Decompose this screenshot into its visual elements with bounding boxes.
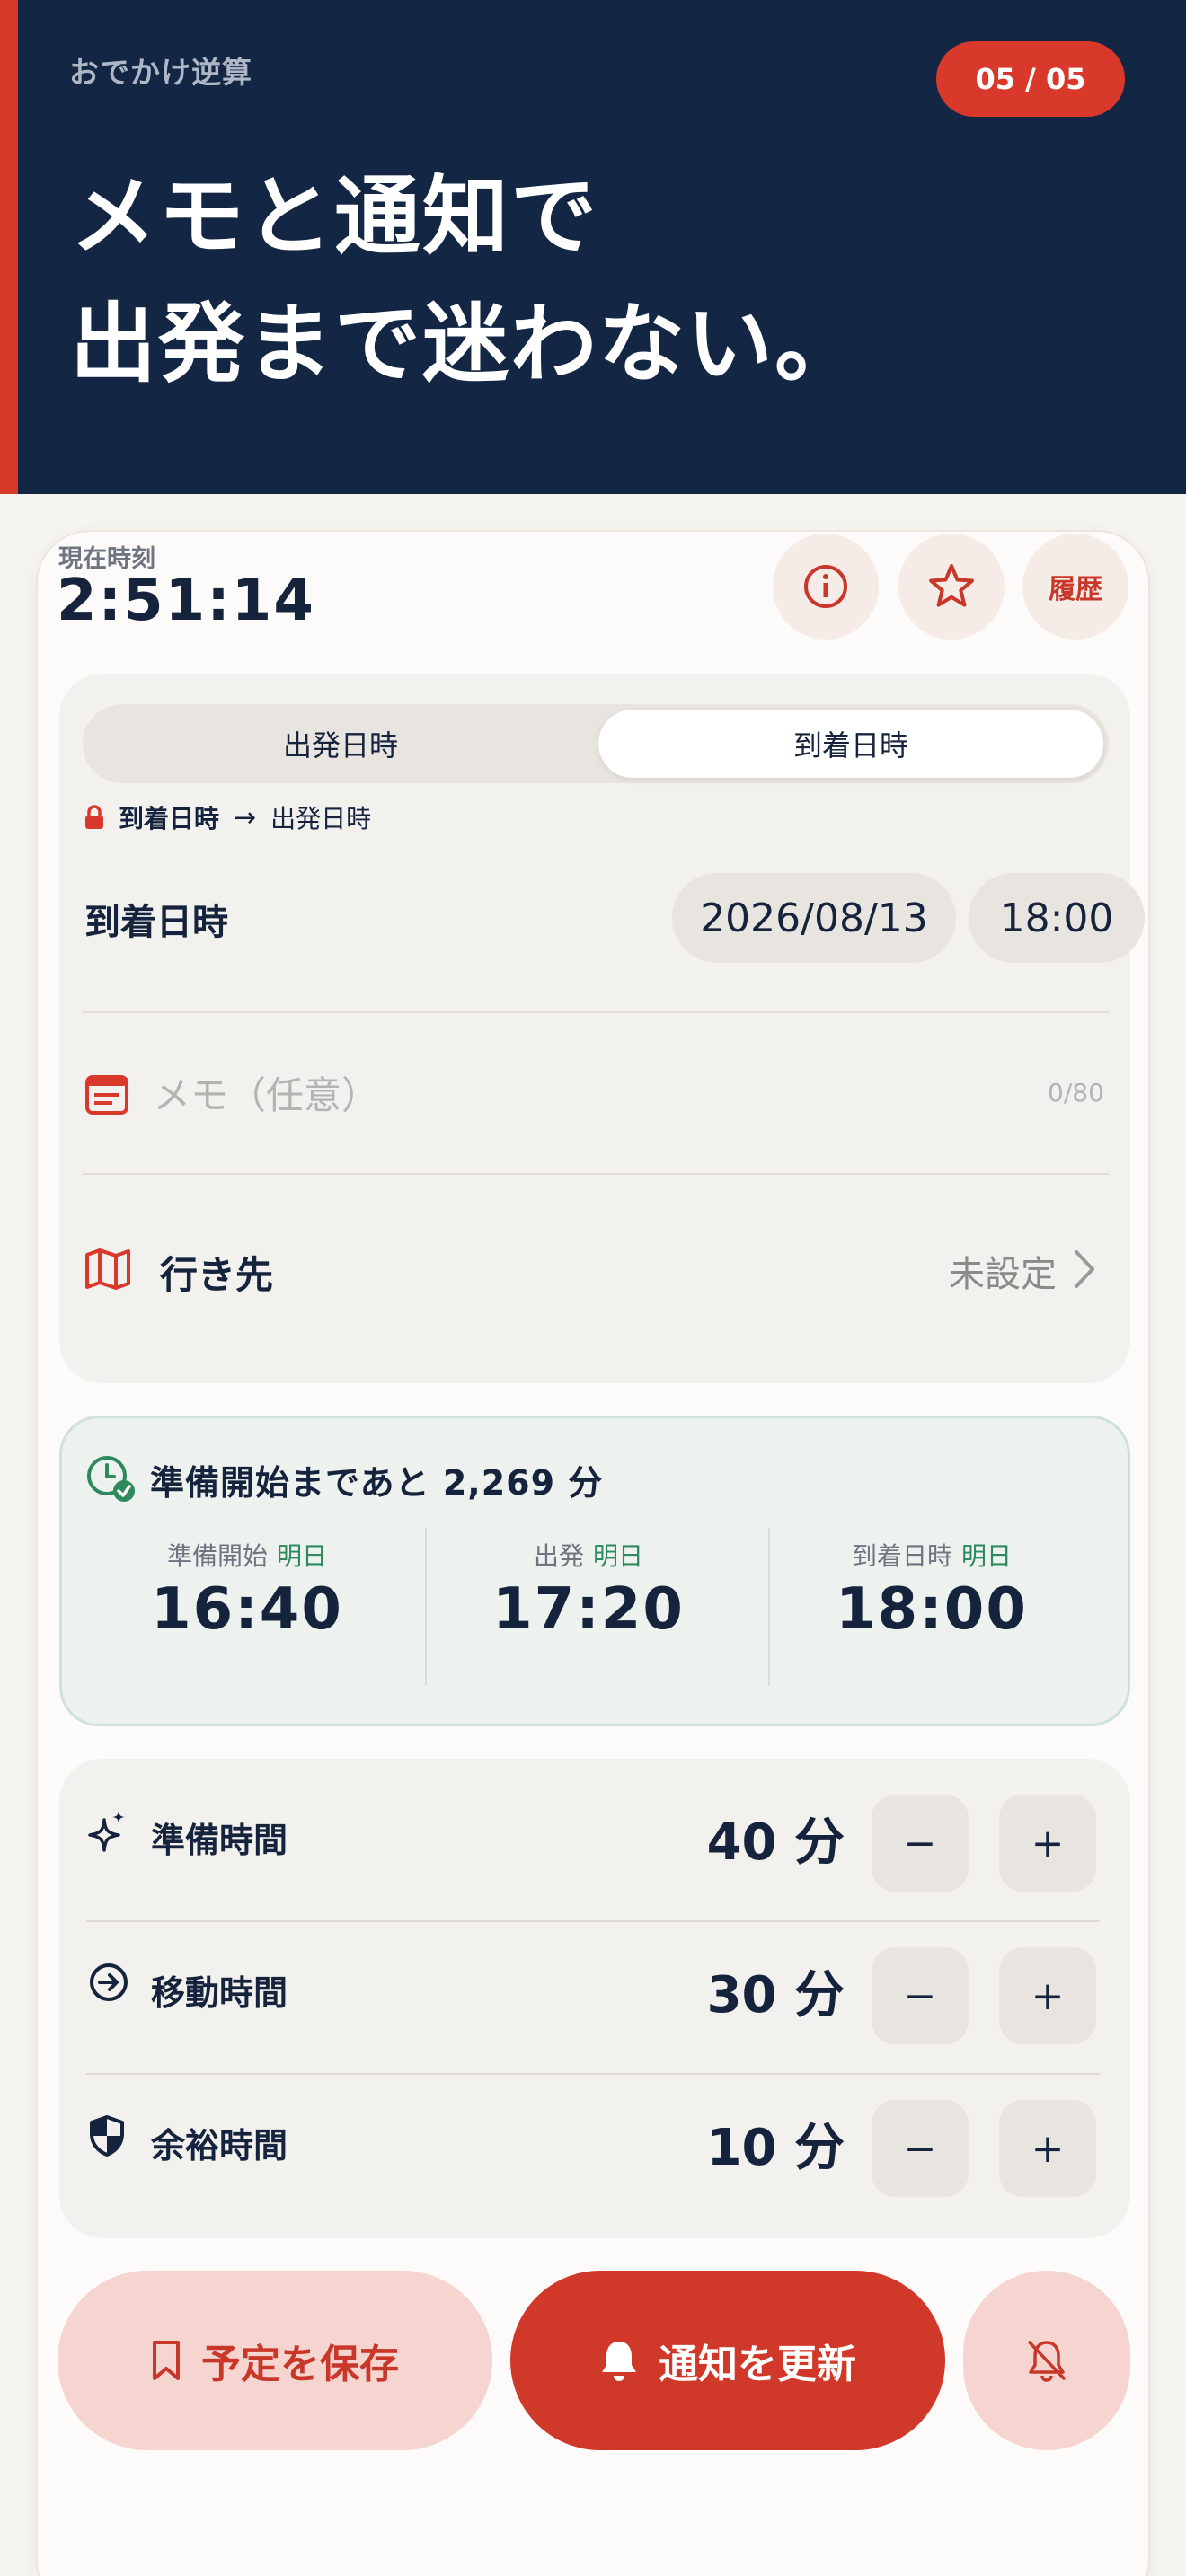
time-until-start: 準備開始まであと 2,269 分	[150, 1462, 604, 1503]
accent-bar	[0, 0, 18, 494]
arrow-right-icon: →	[234, 801, 257, 834]
settings-panel: 出発日時 到着日時 到着日時 → 出発日時 到着日時 2026/08/13 18…	[59, 674, 1145, 1383]
memo-icon	[85, 1075, 128, 1115]
summary-label: 到着日時	[851, 1541, 952, 1571]
memo-input[interactable]: メモ（任意）	[153, 1065, 379, 1120]
star-icon	[929, 564, 974, 607]
shield-icon	[90, 2115, 124, 2157]
favorite-button[interactable]	[898, 534, 1005, 640]
app-label: おでかけ逆算	[69, 55, 252, 90]
direction-from: 到着日時	[119, 804, 220, 834]
summary-time: 16:40	[151, 1576, 343, 1643]
update-notification-label: 通知を更新	[659, 2342, 856, 2387]
current-time: 2:51:14	[57, 568, 315, 634]
save-plan-label: 予定を保存	[201, 2342, 399, 2387]
decrease-button[interactable]: −	[872, 1795, 969, 1892]
schedule-summary: 準備開始まであと 2,269 分 準備開始 明日 16:40 出発 明日 17:20…	[59, 1416, 1130, 1726]
increase-button[interactable]: +	[999, 1795, 1096, 1892]
main-card: 現在時刻 2:51:14 履歴 出発日時 到着日時 到着日時 → 出発日時 到着…	[36, 530, 1150, 2576]
decrease-button[interactable]: −	[872, 2100, 969, 2197]
bookmark-icon	[153, 2341, 180, 2380]
summary-header: 準備開始まであと 2,269 分	[85, 1454, 603, 1504]
map-icon	[85, 1248, 130, 1290]
lock-icon	[85, 805, 103, 829]
chevron-right-icon	[1075, 1250, 1094, 1288]
info-button[interactable]	[773, 534, 879, 640]
arrow-circle-icon	[90, 1963, 128, 2001]
bell-icon	[602, 2342, 636, 2381]
summary-label: 準備開始	[166, 1541, 268, 1571]
duration-value: 30 分	[706, 1966, 845, 2025]
save-plan-button[interactable]: 予定を保存	[58, 2271, 492, 2450]
increase-button[interactable]: +	[999, 1947, 1096, 2044]
tab-departure[interactable]: 出発日時	[88, 710, 593, 778]
duration-value: 40 分	[706, 1813, 845, 1872]
screen: おでかけ逆算 05 / 05 メモと通知で 出発まで迷わない。 現在時刻 2:5…	[0, 0, 1186, 2576]
date-picker[interactable]: 2026/08/13	[672, 873, 956, 963]
summary-arrival: 到着日時 明日 18:00	[761, 1537, 1102, 1643]
history-button[interactable]: 履歴	[1022, 534, 1128, 640]
duration-name: 移動時間	[151, 1973, 288, 2013]
decrease-button[interactable]: −	[872, 1947, 969, 2044]
direction-to: 出発日時	[270, 804, 372, 834]
summary-label: 出発	[533, 1541, 584, 1571]
summary-prep-start: 準備開始 明日 16:40	[76, 1537, 418, 1643]
mode-segmented-control: 出発日時 到着日時	[83, 704, 1109, 783]
bell-off-icon	[1028, 2341, 1066, 2382]
destination-value: 未設定	[949, 1254, 1057, 1295]
sparkle-icon	[88, 1811, 125, 1852]
day-tag: 明日	[593, 1541, 644, 1571]
day-tag: 明日	[961, 1541, 1013, 1571]
duration-value: 10 分	[706, 2119, 845, 2177]
duration-row-buffer: 余裕時間 10 分 − +	[59, 2064, 1130, 2217]
duration-row-travel: 移動時間 30 分 − +	[59, 1911, 1130, 2064]
divider	[83, 1011, 1109, 1013]
update-notification-button[interactable]: 通知を更新	[510, 2271, 945, 2450]
headline-line-2: 出発まで迷わない。	[70, 294, 863, 394]
duration-row-prep: 準備時間 40 分 − +	[59, 1759, 1130, 1911]
increase-button[interactable]: +	[999, 2100, 1096, 2197]
tab-arrival[interactable]: 到着日時	[598, 710, 1103, 778]
mute-notification-button[interactable]	[963, 2271, 1130, 2450]
day-tag: 明日	[277, 1541, 328, 1571]
summary-departure: 出発 明日 17:20	[418, 1537, 759, 1643]
datetime-label: 到着日時	[84, 902, 228, 943]
page-indicator-badge: 05 / 05	[936, 41, 1125, 117]
duration-name: 準備時間	[151, 1821, 288, 1860]
duration-name: 余裕時間	[151, 2126, 288, 2166]
destination-label: 行き先	[160, 1253, 274, 1297]
durations-panel: 準備時間 40 分 − + 移動時間 30 分 − + 余裕時間 10 分 − …	[59, 1759, 1130, 2238]
header-banner: おでかけ逆算 05 / 05 メモと通知で 出発まで迷わない。	[0, 0, 1186, 494]
summary-time: 18:00	[836, 1576, 1028, 1643]
clock-check-icon	[87, 1456, 135, 1502]
summary-time: 17:20	[492, 1576, 685, 1643]
divider	[83, 1173, 1109, 1175]
headline: メモと通知で 出発まで迷わない。	[70, 153, 863, 408]
info-icon	[804, 565, 847, 608]
memo-char-count: 0/80	[1048, 1078, 1104, 1107]
time-picker[interactable]: 18:00	[969, 873, 1145, 963]
calculation-direction: 到着日時 → 出発日時	[84, 799, 371, 835]
headline-line-1: メモと通知で	[70, 166, 598, 267]
